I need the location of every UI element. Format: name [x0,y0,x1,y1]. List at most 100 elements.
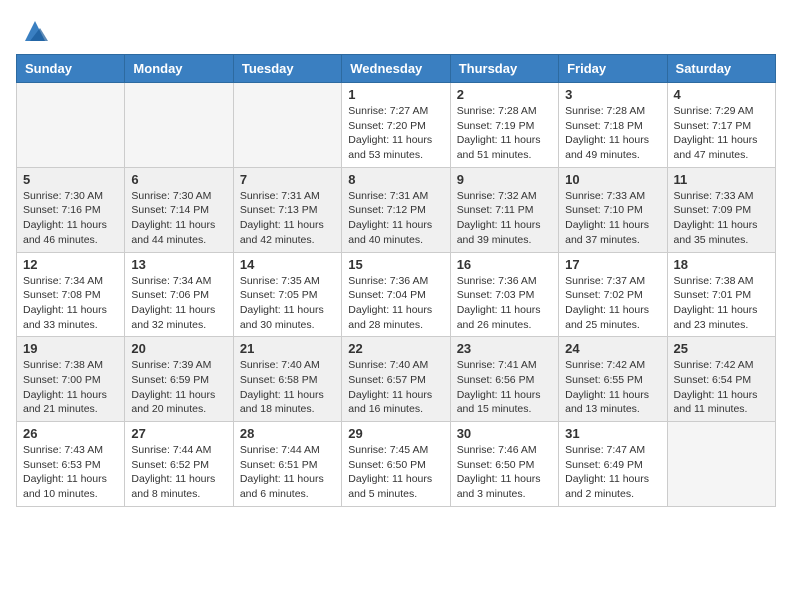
day-info: Sunrise: 7:44 AM Sunset: 6:52 PM Dayligh… [131,443,226,502]
day-info: Sunrise: 7:33 AM Sunset: 7:09 PM Dayligh… [674,189,769,248]
day-info: Sunrise: 7:34 AM Sunset: 7:06 PM Dayligh… [131,274,226,333]
weekday-header-tuesday: Tuesday [233,55,341,83]
day-number: 13 [131,257,226,272]
calendar-week-row: 26 Sunrise: 7:43 AM Sunset: 6:53 PM Dayli… [17,422,776,507]
day-number: 2 [457,87,552,102]
day-info: Sunrise: 7:30 AM Sunset: 7:14 PM Dayligh… [131,189,226,248]
day-number: 21 [240,341,335,356]
day-number: 28 [240,426,335,441]
day-info: Sunrise: 7:42 AM Sunset: 6:54 PM Dayligh… [674,358,769,417]
weekday-header-monday: Monday [125,55,233,83]
day-number: 15 [348,257,443,272]
calendar-day-cell: 31 Sunrise: 7:47 AM Sunset: 6:49 PM Dayli… [559,422,667,507]
day-info: Sunrise: 7:45 AM Sunset: 6:50 PM Dayligh… [348,443,443,502]
day-info: Sunrise: 7:38 AM Sunset: 7:00 PM Dayligh… [23,358,118,417]
day-info: Sunrise: 7:32 AM Sunset: 7:11 PM Dayligh… [457,189,552,248]
day-number: 19 [23,341,118,356]
calendar-day-cell: 9 Sunrise: 7:32 AM Sunset: 7:11 PM Daylig… [450,167,558,252]
calendar-day-cell: 27Sunrise: 7:44 AM Sunset: 6:52 PM Dayli… [125,422,233,507]
calendar-day-cell: 22 Sunrise: 7:40 AM Sunset: 6:57 PM Dayli… [342,337,450,422]
day-number: 9 [457,172,552,187]
calendar-day-cell: 29 Sunrise: 7:45 AM Sunset: 6:50 PM Dayli… [342,422,450,507]
day-info: Sunrise: 7:40 AM Sunset: 6:57 PM Dayligh… [348,358,443,417]
calendar-day-cell: 4Sunrise: 7:29 AM Sunset: 7:17 PM Daylig… [667,83,775,168]
day-number: 7 [240,172,335,187]
logo [16,16,50,46]
day-number: 10 [565,172,660,187]
calendar-day-cell: 1 Sunrise: 7:27 AM Sunset: 7:20 PM Daylig… [342,83,450,168]
day-info: Sunrise: 7:47 AM Sunset: 6:49 PM Dayligh… [565,443,660,502]
calendar-day-cell: 19 Sunrise: 7:38 AM Sunset: 7:00 PM Dayli… [17,337,125,422]
day-number: 17 [565,257,660,272]
logo-icon [20,16,50,46]
calendar-day-cell: 11 Sunrise: 7:33 AM Sunset: 7:09 PM Dayli… [667,167,775,252]
weekday-header-sunday: Sunday [17,55,125,83]
day-number: 20 [131,341,226,356]
day-number: 12 [23,257,118,272]
day-number: 11 [674,172,769,187]
day-number: 26 [23,426,118,441]
day-info: Sunrise: 7:38 AM Sunset: 7:01 PM Dayligh… [674,274,769,333]
calendar-day-cell: 23 Sunrise: 7:41 AM Sunset: 6:56 PM Dayli… [450,337,558,422]
empty-day-cell [17,83,125,168]
day-number: 30 [457,426,552,441]
weekday-header-thursday: Thursday [450,55,558,83]
day-info: Sunrise: 7:28 AM Sunset: 7:18 PM Dayligh… [565,104,660,163]
day-number: 6 [131,172,226,187]
day-number: 18 [674,257,769,272]
day-info: Sunrise: 7:40 AM Sunset: 6:58 PM Dayligh… [240,358,335,417]
calendar-week-row: 19 Sunrise: 7:38 AM Sunset: 7:00 PM Dayli… [17,337,776,422]
day-info: Sunrise: 7:46 AM Sunset: 6:50 PM Dayligh… [457,443,552,502]
calendar-day-cell: 30 Sunrise: 7:46 AM Sunset: 6:50 PM Dayli… [450,422,558,507]
day-number: 3 [565,87,660,102]
day-info: Sunrise: 7:39 AM Sunset: 6:59 PM Dayligh… [131,358,226,417]
day-number: 16 [457,257,552,272]
calendar-week-row: 1 Sunrise: 7:27 AM Sunset: 7:20 PM Daylig… [17,83,776,168]
calendar-day-cell: 25 Sunrise: 7:42 AM Sunset: 6:54 PM Dayli… [667,337,775,422]
day-number: 1 [348,87,443,102]
calendar-day-cell: 18 Sunrise: 7:38 AM Sunset: 7:01 PM Dayli… [667,252,775,337]
day-number: 4 [674,87,769,102]
day-info: Sunrise: 7:30 AM Sunset: 7:16 PM Dayligh… [23,189,118,248]
calendar-day-cell: 6 Sunrise: 7:30 AM Sunset: 7:14 PM Daylig… [125,167,233,252]
day-info: Sunrise: 7:36 AM Sunset: 7:04 PM Dayligh… [348,274,443,333]
calendar-day-cell: 7 Sunrise: 7:31 AM Sunset: 7:13 PM Daylig… [233,167,341,252]
calendar-day-cell: 10 Sunrise: 7:33 AM Sunset: 7:10 PM Dayli… [559,167,667,252]
day-info: Sunrise: 7:33 AM Sunset: 7:10 PM Dayligh… [565,189,660,248]
day-info: Sunrise: 7:34 AM Sunset: 7:08 PM Dayligh… [23,274,118,333]
day-number: 22 [348,341,443,356]
calendar-day-cell: 28 Sunrise: 7:44 AM Sunset: 6:51 PM Dayli… [233,422,341,507]
day-info: Sunrise: 7:41 AM Sunset: 6:56 PM Dayligh… [457,358,552,417]
page-header [16,16,776,46]
calendar-day-cell: 15 Sunrise: 7:36 AM Sunset: 7:04 PM Dayli… [342,252,450,337]
day-number: 31 [565,426,660,441]
day-info: Sunrise: 7:37 AM Sunset: 7:02 PM Dayligh… [565,274,660,333]
day-info: Sunrise: 7:43 AM Sunset: 6:53 PM Dayligh… [23,443,118,502]
day-info: Sunrise: 7:31 AM Sunset: 7:12 PM Dayligh… [348,189,443,248]
day-number: 25 [674,341,769,356]
day-info: Sunrise: 7:35 AM Sunset: 7:05 PM Dayligh… [240,274,335,333]
day-info: Sunrise: 7:42 AM Sunset: 6:55 PM Dayligh… [565,358,660,417]
calendar-table: SundayMondayTuesdayWednesdayThursdayFrid… [16,54,776,507]
calendar-day-cell: 20 Sunrise: 7:39 AM Sunset: 6:59 PM Dayli… [125,337,233,422]
calendar-day-cell: 5Sunrise: 7:30 AM Sunset: 7:16 PM Daylig… [17,167,125,252]
calendar-week-row: 12 Sunrise: 7:34 AM Sunset: 7:08 PM Dayli… [17,252,776,337]
day-number: 29 [348,426,443,441]
day-info: Sunrise: 7:31 AM Sunset: 7:13 PM Dayligh… [240,189,335,248]
calendar-day-cell: 17 Sunrise: 7:37 AM Sunset: 7:02 PM Dayli… [559,252,667,337]
calendar-day-cell: 8Sunrise: 7:31 AM Sunset: 7:12 PM Daylig… [342,167,450,252]
day-info: Sunrise: 7:28 AM Sunset: 7:19 PM Dayligh… [457,104,552,163]
day-number: 23 [457,341,552,356]
day-info: Sunrise: 7:44 AM Sunset: 6:51 PM Dayligh… [240,443,335,502]
calendar-day-cell: 24 Sunrise: 7:42 AM Sunset: 6:55 PM Dayli… [559,337,667,422]
weekday-header-wednesday: Wednesday [342,55,450,83]
calendar-header-row: SundayMondayTuesdayWednesdayThursdayFrid… [17,55,776,83]
weekday-header-friday: Friday [559,55,667,83]
day-info: Sunrise: 7:36 AM Sunset: 7:03 PM Dayligh… [457,274,552,333]
day-info: Sunrise: 7:27 AM Sunset: 7:20 PM Dayligh… [348,104,443,163]
day-number: 24 [565,341,660,356]
calendar-day-cell: 3 Sunrise: 7:28 AM Sunset: 7:18 PM Daylig… [559,83,667,168]
calendar-day-cell: 12 Sunrise: 7:34 AM Sunset: 7:08 PM Dayli… [17,252,125,337]
calendar-day-cell: 2 Sunrise: 7:28 AM Sunset: 7:19 PM Daylig… [450,83,558,168]
calendar-day-cell: 21 Sunrise: 7:40 AM Sunset: 6:58 PM Dayli… [233,337,341,422]
